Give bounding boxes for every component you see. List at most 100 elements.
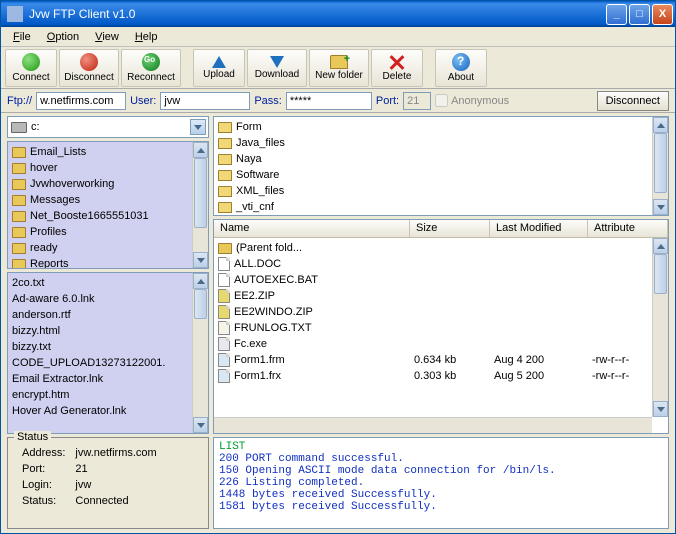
- folder-name: Reports: [30, 258, 69, 269]
- disconnect-button[interactable]: Disconnect: [597, 91, 669, 111]
- scrollbar[interactable]: [219, 513, 663, 529]
- local-file-item[interactable]: Ad-aware 6.0.lnk: [12, 291, 206, 307]
- col-modified[interactable]: Last Modified: [490, 220, 588, 237]
- remote-folder-item[interactable]: Java_files: [218, 135, 666, 151]
- scrollbar[interactable]: [192, 142, 208, 268]
- scroll-down-icon[interactable]: [193, 417, 208, 433]
- scroll-up-icon[interactable]: [653, 117, 668, 133]
- col-attribute[interactable]: Attribute: [588, 220, 668, 237]
- remote-file-row[interactable]: ALL.DOC: [218, 256, 666, 272]
- remote-file-row[interactable]: Form1.frx0.303 kbAug 5 200-rw-r--r-: [218, 368, 666, 384]
- about-button[interactable]: About: [435, 49, 487, 87]
- file-name: AUTOEXEC.BAT: [234, 274, 318, 286]
- download-button[interactable]: Download: [247, 49, 307, 87]
- reconnect-button[interactable]: Reconnect: [121, 49, 181, 87]
- remote-file-row[interactable]: EE2.ZIP: [218, 288, 666, 304]
- col-name[interactable]: Name: [214, 220, 410, 237]
- scroll-up-icon[interactable]: [193, 142, 208, 158]
- host-input[interactable]: [36, 92, 126, 110]
- window-title: Jvw FTP Client v1.0: [27, 7, 604, 21]
- remote-folder-pane[interactable]: FormJava_filesNayaSoftwareXML_files_vti_…: [213, 116, 669, 216]
- local-file-item[interactable]: Email Extractor.lnk: [12, 371, 206, 387]
- remote-column: FormJava_filesNayaSoftwareXML_files_vti_…: [213, 116, 669, 434]
- remote-file-row[interactable]: Fc.exe: [218, 336, 666, 352]
- app-window: Jvw FTP Client v1.0 _ □ X FileOptionView…: [0, 0, 676, 534]
- local-folder-item[interactable]: ready: [12, 240, 206, 256]
- local-file-item[interactable]: bizzy.txt: [12, 339, 206, 355]
- about-icon: [452, 53, 470, 71]
- anonymous-checkbox[interactable]: Anonymous: [435, 94, 509, 107]
- connect-button[interactable]: Connect: [5, 49, 57, 87]
- scroll-down-icon[interactable]: [653, 401, 668, 417]
- scrollbar[interactable]: [192, 273, 208, 433]
- local-file-pane[interactable]: 2co.txtAd-aware 6.0.lnkanderson.rtfbizzy…: [7, 272, 209, 434]
- file-modified: [494, 304, 592, 320]
- scrollbar[interactable]: [652, 238, 668, 417]
- scroll-thumb[interactable]: [654, 133, 667, 193]
- scroll-down-icon[interactable]: [653, 199, 668, 215]
- scroll-up-icon[interactable]: [193, 273, 208, 289]
- remote-file-row[interactable]: EE2WINDO.ZIP: [218, 304, 666, 320]
- scroll-thumb[interactable]: [194, 158, 207, 228]
- anon-check-input[interactable]: [435, 94, 448, 107]
- upload-button[interactable]: Upload: [193, 49, 245, 87]
- col-size[interactable]: Size: [410, 220, 490, 237]
- folder-icon: [12, 259, 26, 270]
- delete-button[interactable]: Delete: [371, 49, 423, 87]
- folder-icon: [218, 122, 232, 133]
- local-folder-item[interactable]: Reports: [12, 256, 206, 269]
- local-folder-pane[interactable]: Email_ListshoverJvwhoverworkingMessagesN…: [7, 141, 209, 269]
- drive-dropdown-icon[interactable]: [190, 119, 206, 135]
- remote-file-pane[interactable]: Name Size Last Modified Attribute (Paren…: [213, 219, 669, 434]
- scroll-thumb[interactable]: [654, 254, 667, 294]
- remote-file-row[interactable]: FRUNLOG.TXT: [218, 320, 666, 336]
- scrollbar[interactable]: [652, 117, 668, 215]
- menu-option[interactable]: Option: [39, 29, 87, 45]
- file-size: [414, 240, 494, 256]
- file-attr: [592, 272, 652, 288]
- maximize-button[interactable]: □: [629, 4, 650, 25]
- menu-help[interactable]: Help: [127, 29, 166, 45]
- local-file-item[interactable]: CODE_UPLOAD13273122001.: [12, 355, 206, 371]
- local-folder-item[interactable]: Net_Booste1665551031: [12, 208, 206, 224]
- local-file-item[interactable]: anderson.rtf: [12, 307, 206, 323]
- remote-folder-item[interactable]: Naya: [218, 151, 666, 167]
- scroll-thumb[interactable]: [194, 289, 207, 319]
- remote-file-row[interactable]: Form1.frm0.634 kbAug 4 200-rw-r--r-: [218, 352, 666, 368]
- log-line: LIST: [219, 441, 663, 453]
- user-input[interactable]: [160, 92, 250, 110]
- menu-view[interactable]: View: [87, 29, 127, 45]
- h-scrollbar[interactable]: [214, 417, 652, 433]
- remote-folder-item[interactable]: XML_files: [218, 183, 666, 199]
- remote-file-row[interactable]: (Parent fold...: [218, 240, 666, 256]
- local-folder-item[interactable]: hover: [12, 160, 206, 176]
- log-panel[interactable]: LIST200 PORT command successful.150 Open…: [213, 437, 669, 529]
- disconnect-button[interactable]: Disconnect: [59, 49, 119, 87]
- drive-selector[interactable]: c:: [7, 116, 209, 138]
- folder-icon: [218, 154, 232, 165]
- local-folder-item[interactable]: Messages: [12, 192, 206, 208]
- close-button[interactable]: X: [652, 4, 673, 25]
- remote-folder-item[interactable]: Form: [218, 119, 666, 135]
- file-name: Email Extractor.lnk: [12, 373, 103, 385]
- remote-file-row[interactable]: AUTOEXEC.BAT: [218, 272, 666, 288]
- pass-input[interactable]: [286, 92, 372, 110]
- remote-folder-item[interactable]: _vti_cnf: [218, 199, 666, 215]
- local-folder-item[interactable]: Profiles: [12, 224, 206, 240]
- menu-file[interactable]: File: [5, 29, 39, 45]
- minimize-button[interactable]: _: [606, 4, 627, 25]
- remote-folder-item[interactable]: Software: [218, 167, 666, 183]
- new-folder-button[interactable]: New folder: [309, 49, 369, 87]
- scroll-down-icon[interactable]: [193, 252, 208, 268]
- scroll-thumb[interactable]: [219, 513, 663, 529]
- scroll-up-icon[interactable]: [653, 238, 668, 254]
- file-icon: [218, 243, 232, 254]
- local-file-item[interactable]: 2co.txt: [12, 275, 206, 291]
- local-folder-item[interactable]: Jvwhoverworking: [12, 176, 206, 192]
- local-file-item[interactable]: Hover Ad Generator.lnk: [12, 403, 206, 419]
- folder-icon: [12, 195, 26, 206]
- local-file-item[interactable]: encrypt.htm: [12, 387, 206, 403]
- local-file-item[interactable]: bizzy.html: [12, 323, 206, 339]
- port-input[interactable]: [403, 92, 431, 110]
- local-folder-item[interactable]: Email_Lists: [12, 144, 206, 160]
